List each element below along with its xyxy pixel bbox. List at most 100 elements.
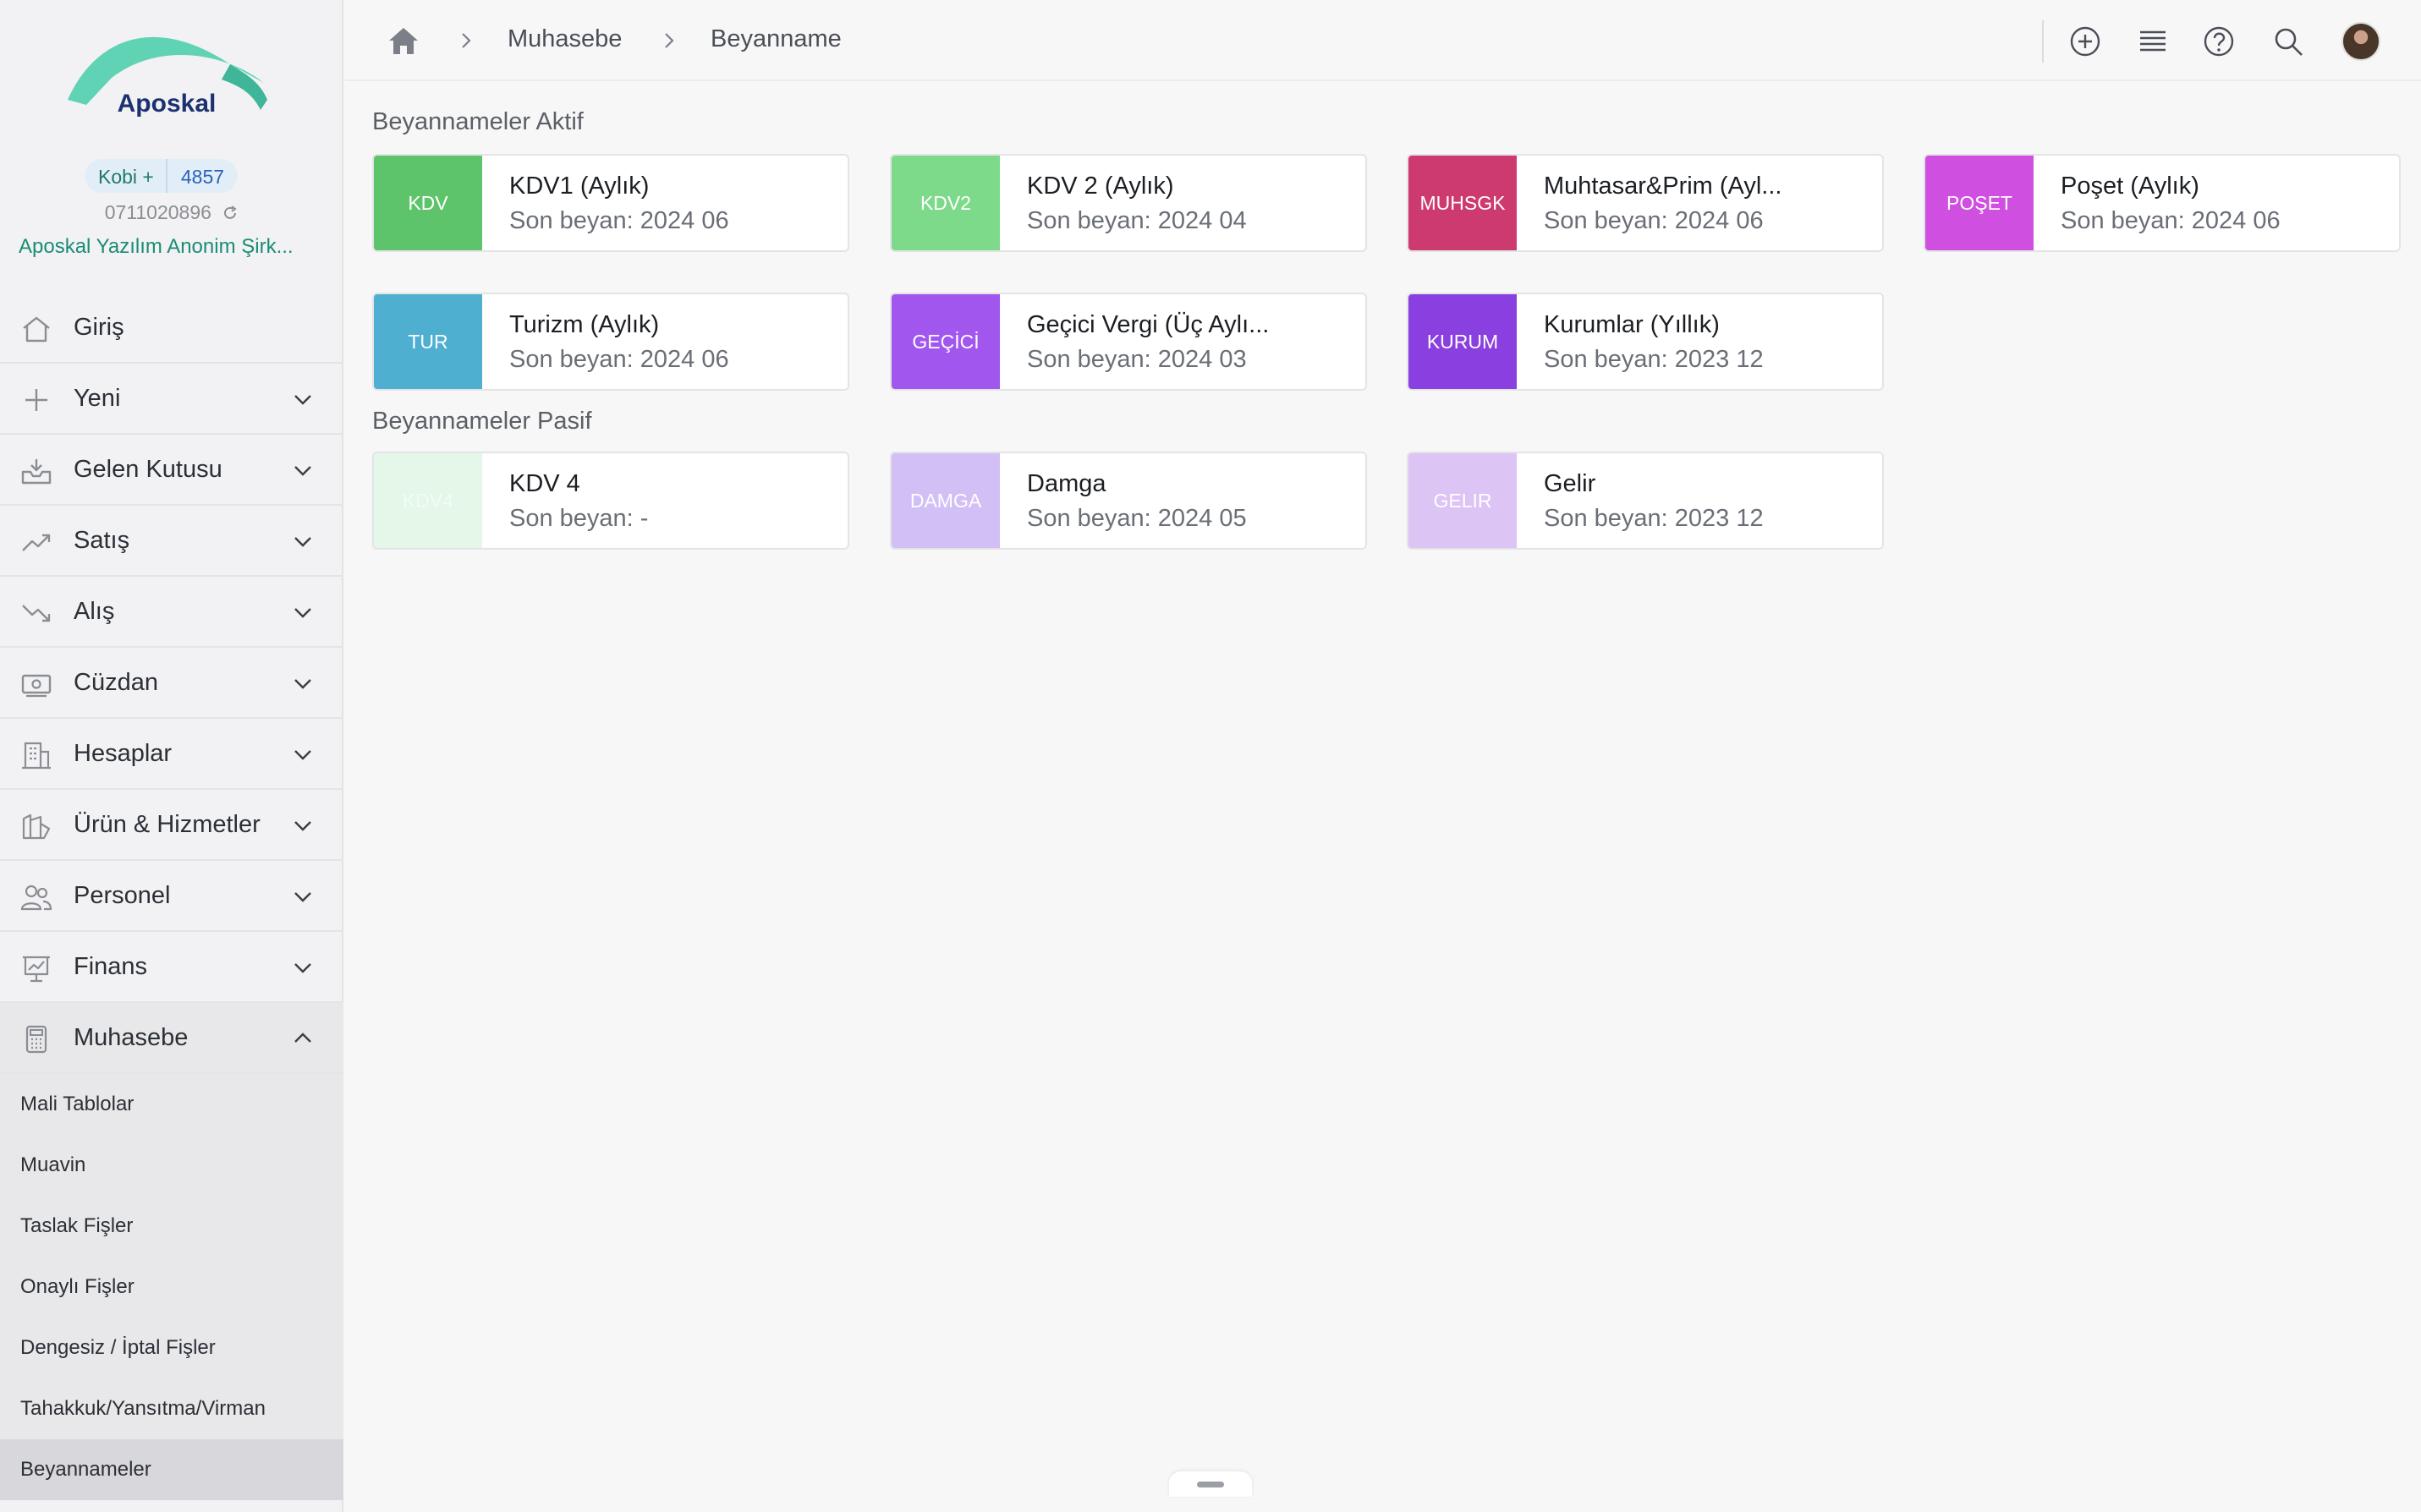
declaration-card-turizm[interactable]: TUR Turizm (Aylık) Son beyan: 2024 06 — [372, 293, 849, 391]
sidebar-item-label: Giriş — [74, 313, 124, 341]
card-last-filing: Son beyan: 2024 04 — [1027, 207, 1247, 234]
card-title: Poşet (Aylık) — [2061, 173, 2199, 200]
card-tag: TUR — [374, 294, 482, 389]
submenu-onayli-fisler[interactable]: Onaylı Fişler — [0, 1257, 343, 1318]
plan-badge[interactable]: Kobi + 4857 — [85, 159, 239, 193]
sidebar-item-finans[interactable]: Finans — [0, 932, 343, 1003]
declaration-card-gelir[interactable]: GELIR Gelir Son beyan: 2023 12 — [1407, 452, 1884, 550]
chevron-down-icon — [294, 466, 311, 476]
card-tag: POŞET — [1925, 156, 2034, 250]
card-title: Damga — [1027, 470, 1106, 497]
sidebar-nav: Giriş Yeni Gelen Kutusu Satış Alış Cüzda… — [0, 293, 343, 1500]
card-tag: KDV — [374, 156, 482, 250]
sidebar-item-label: Gelen Kutusu — [74, 455, 222, 483]
sidebar-item-label: Cüzdan — [74, 668, 158, 696]
bottom-drawer-handle[interactable] — [1169, 1471, 1252, 1497]
home-icon[interactable] — [387, 25, 420, 56]
chevron-down-icon — [294, 395, 311, 405]
plus-icon — [25, 389, 47, 411]
add-circle-icon[interactable] — [2069, 25, 2101, 58]
search-icon[interactable] — [2272, 25, 2304, 58]
card-tag: GELIR — [1408, 453, 1517, 548]
sidebar-item-giris[interactable]: Giriş — [0, 293, 343, 364]
sidebar-item-alis[interactable]: Alış — [0, 577, 343, 648]
card-tag: KDV4 — [374, 453, 482, 548]
phone-row: 0711020896 — [0, 201, 343, 224]
sidebar-item-label: Personel — [74, 881, 171, 909]
logo-text: Aposkal — [117, 90, 217, 118]
card-title: KDV 2 (Aylık) — [1027, 173, 1174, 200]
sidebar-item-label: Alış — [74, 597, 115, 625]
sidebar-item-cuzdan[interactable]: Cüzdan — [0, 648, 343, 719]
sidebar-item-label: Finans — [74, 952, 148, 980]
finance-chart-icon — [23, 956, 50, 983]
submenu-muavin[interactable]: Muavin — [0, 1135, 343, 1196]
phone-number: 0711020896 — [104, 201, 211, 223]
card-last-filing: Son beyan: 2024 03 — [1027, 346, 1247, 373]
plan-id: 4857 — [180, 166, 225, 188]
card-last-filing: Son beyan: 2024 06 — [509, 346, 729, 373]
card-last-filing: Son beyan: 2023 12 — [1544, 505, 1764, 532]
sidebar-item-yeni[interactable]: Yeni — [0, 364, 343, 435]
sidebar: Aposkal Kobi + 4857 0711020896 Aposkal Y… — [0, 0, 343, 1512]
sidebar-item-satis[interactable]: Satış — [0, 506, 343, 577]
declaration-card-poset[interactable]: POŞET Poşet (Aylık) Son beyan: 2024 06 — [1924, 154, 2401, 252]
chevron-down-icon — [294, 892, 311, 902]
topbar-divider — [2042, 20, 2044, 63]
chevron-down-icon — [294, 821, 311, 831]
trend-up-icon — [22, 534, 51, 551]
declaration-card-kurumlar[interactable]: KURUM Kurumlar (Yıllık) Son beyan: 2023 1… — [1407, 293, 1884, 391]
declaration-card-damga[interactable]: DAMGA Damga Son beyan: 2024 05 — [890, 452, 1367, 550]
card-title: Gelir — [1544, 470, 1596, 497]
card-title: Muhtasar&Prim (Ayl... — [1544, 173, 1782, 200]
sidebar-item-hesaplar[interactable]: Hesaplar — [0, 719, 343, 790]
topbar: Muhasebe Beyanname — [345, 0, 2421, 81]
avatar[interactable] — [2341, 22, 2380, 61]
company-name[interactable]: Aposkal Yazılım Anonim Şirk... — [19, 235, 332, 259]
menu-lines-icon[interactable] — [2137, 25, 2169, 58]
declaration-card-kdv4[interactable]: KDV4 KDV 4 Son beyan: - — [372, 452, 849, 550]
card-last-filing: Son beyan: - — [509, 505, 649, 532]
chevron-up-icon — [294, 1033, 311, 1043]
declaration-card-gecici[interactable]: GEÇİCİ Geçici Vergi (Üç Aylı... Son beyan… — [890, 293, 1367, 391]
chevron-down-icon — [294, 608, 311, 618]
breadcrumb-beyanname: Beyanname — [711, 25, 842, 52]
submenu-mali-tablolar[interactable]: Mali Tablolar — [0, 1074, 343, 1135]
declaration-card-kdv2[interactable]: KDV2 KDV 2 (Aylık) Son beyan: 2024 04 — [890, 154, 1367, 252]
card-title: Geçici Vergi (Üç Aylı... — [1027, 311, 1270, 338]
submenu-dengesiz-iptal-fisler[interactable]: Dengesiz / İptal Fişler — [0, 1318, 343, 1378]
card-tag: MUHSGK — [1408, 156, 1517, 250]
chevron-down-icon — [294, 537, 311, 547]
chevron-down-icon — [294, 679, 311, 689]
card-title: KDV1 (Aylık) — [509, 173, 650, 200]
sidebar-item-muhasebe[interactable]: Muhasebe — [0, 1003, 343, 1074]
section-title-pasif: Beyannameler Pasif — [372, 408, 592, 435]
chevron-down-icon — [294, 750, 311, 760]
sidebar-item-label: Hesaplar — [74, 739, 173, 767]
chevron-down-icon — [294, 963, 311, 973]
sidebar-item-gelen-kutusu[interactable]: Gelen Kutusu — [0, 435, 343, 506]
chevron-right-icon — [665, 33, 674, 48]
home-icon — [23, 316, 50, 342]
breadcrumb-muhasebe[interactable]: Muhasebe — [508, 25, 622, 53]
product-icon — [22, 814, 51, 840]
section-title-aktif: Beyannameler Aktif — [372, 108, 584, 135]
help-icon[interactable] — [2203, 25, 2235, 58]
calculator-icon — [25, 1025, 47, 1054]
card-tag: KDV2 — [892, 156, 1000, 250]
sidebar-item-label: Muhasebe — [74, 1023, 189, 1051]
card-tag: DAMGA — [892, 453, 1000, 548]
card-last-filing: Son beyan: 2024 06 — [1544, 207, 1764, 234]
card-title: Turizm (Aylık) — [509, 311, 660, 338]
aposkal-logo[interactable]: Aposkal — [61, 22, 272, 123]
building-icon — [22, 742, 51, 770]
submenu-taslak-fisler[interactable]: Taslak Fişler — [0, 1196, 343, 1257]
sidebar-item-label: Yeni — [74, 384, 121, 412]
submenu-beyannameler[interactable]: Beyannameler — [0, 1439, 343, 1500]
refresh-icon[interactable] — [222, 205, 239, 222]
submenu-tahakkuk[interactable]: Tahakkuk/Yansıtma/Virman — [0, 1378, 343, 1439]
declaration-card-muhsgk[interactable]: MUHSGK Muhtasar&Prim (Ayl... Son beyan: 2… — [1407, 154, 1884, 252]
declaration-card-kdv1[interactable]: KDV KDV1 (Aylık) Son beyan: 2024 06 — [372, 154, 849, 252]
sidebar-item-personel[interactable]: Personel — [0, 861, 343, 932]
sidebar-item-urun-hizmetler[interactable]: Ürün & Hizmetler — [0, 790, 343, 861]
